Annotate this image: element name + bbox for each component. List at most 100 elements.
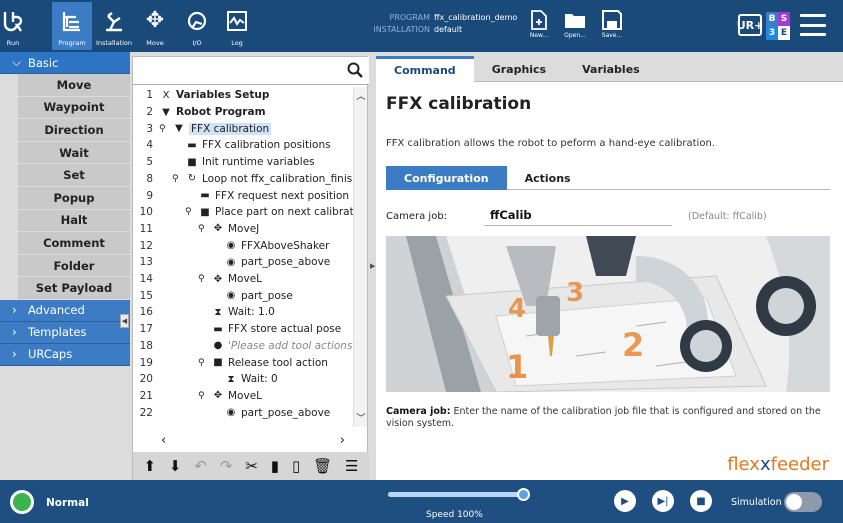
tree-row[interactable]: 4 ▬ FFX calibration positions xyxy=(133,137,353,154)
step-button[interactable]: ▶| xyxy=(652,490,674,512)
open-button[interactable]: Open... xyxy=(560,6,590,46)
pin-icon: ⚲ xyxy=(198,223,205,234)
tab-configuration[interactable]: Configuration xyxy=(386,166,507,190)
node-set-payload[interactable]: Set Payload xyxy=(18,277,130,300)
tab-move[interactable]: ✥ Move xyxy=(140,2,170,50)
scroll-right-icon[interactable]: › xyxy=(340,433,345,448)
node-halt[interactable]: Halt xyxy=(18,209,130,233)
tab-io[interactable]: I/O xyxy=(182,2,212,50)
category-urcaps[interactable]: › URCaps xyxy=(0,343,130,366)
play-button[interactable]: ▶ xyxy=(614,490,636,512)
speed-slider-handle[interactable] xyxy=(517,488,530,501)
node-label: Wait: 1.0 xyxy=(228,306,275,319)
category-advanced[interactable]: › Advanced xyxy=(0,299,130,322)
line-number: 19 xyxy=(139,356,153,369)
search-input[interactable] xyxy=(133,57,369,85)
open-folder-icon xyxy=(565,14,585,28)
tree-row[interactable]: 9 ▬ FFX request next position xyxy=(133,187,353,204)
tree-horizontal-scrollbar[interactable]: ‹ › xyxy=(153,431,353,449)
tree-row[interactable]: 10 ⚲ ■ Place part on next calibratic xyxy=(133,204,353,221)
speed-slider[interactable] xyxy=(388,488,530,501)
node-type-icon: ■ xyxy=(187,156,197,168)
tab-actions[interactable]: Actions xyxy=(507,166,589,190)
tree-row[interactable]: 5 ■ Init runtime variables xyxy=(133,154,353,171)
node-type-icon: ▬ xyxy=(213,323,223,335)
tree-row[interactable]: 15 ◉ part_pose xyxy=(133,287,353,304)
tree-row[interactable]: 19 ⚲ ■ Release tool action xyxy=(133,354,353,371)
tree-row[interactable]: 11 ⚲ ✥ MoveJ xyxy=(133,221,353,238)
category-templates[interactable]: › Templates xyxy=(0,321,130,344)
redo-icon[interactable]: ↷ xyxy=(220,458,233,474)
power-button[interactable] xyxy=(10,490,34,514)
tree-row[interactable]: 20 ⧗ Wait: 0 xyxy=(133,371,353,388)
stop-button[interactable]: ■ xyxy=(690,490,712,512)
node-direction[interactable]: Direction xyxy=(18,119,130,142)
node-wait[interactable]: Wait xyxy=(18,141,130,165)
line-number: 11 xyxy=(139,222,153,235)
tab-log[interactable]: Log xyxy=(222,2,252,50)
node-comment[interactable]: Comment xyxy=(18,232,130,255)
tree-row[interactable]: 12 ◉ FFXAboveShaker xyxy=(133,237,353,254)
tree-row[interactable]: 17 ▬ FFX store actual pose xyxy=(133,321,353,338)
robot-mode-indicator[interactable]: B S 3 E xyxy=(766,12,790,40)
node-folder[interactable]: Folder xyxy=(18,254,130,278)
move-down-icon[interactable]: ⬇ xyxy=(169,458,182,474)
line-number: 21 xyxy=(139,389,153,402)
chevron-right-icon: › xyxy=(12,325,17,340)
copy-icon[interactable]: ▮ xyxy=(271,458,279,474)
tree-row[interactable]: 13 ◉ part_pose_above xyxy=(133,254,353,271)
scroll-down-icon[interactable]: ﹀ xyxy=(355,411,367,425)
line-number: 22 xyxy=(139,406,153,419)
node-label: part_pose_above xyxy=(241,406,331,419)
category-basic[interactable]: ⌵ Basic xyxy=(0,52,130,74)
search-icon[interactable] xyxy=(347,62,363,78)
tab-installation[interactable]: Installation xyxy=(96,2,132,50)
save-button[interactable]: Save... xyxy=(597,6,627,46)
tab-graphics[interactable]: Graphics xyxy=(474,56,564,82)
tree-row[interactable]: 2 ▼ Robot Program xyxy=(133,104,353,121)
mode-s: S xyxy=(778,12,790,26)
tab-command[interactable]: Command xyxy=(376,56,474,82)
node-label: Place part on next calibratic xyxy=(215,206,353,219)
undo-icon[interactable]: ↶ xyxy=(194,458,207,474)
ur-logo-icon xyxy=(3,2,23,39)
tree-row[interactable]: 22 ◉ part_pose_above xyxy=(133,404,353,421)
node-popup[interactable]: Popup xyxy=(18,186,130,210)
tree-row[interactable]: 16 ⧗ Wait: 1.0 xyxy=(133,304,353,321)
node-command-panel: Command Graphics Variables FFX calibrati… xyxy=(376,56,843,480)
scroll-up-icon[interactable]: ︿ xyxy=(355,89,367,103)
tree-vertical-scrollbar[interactable]: ︿ ﹀ xyxy=(353,87,367,427)
tree-row[interactable]: 18 ● 'Please add tool actions t xyxy=(133,338,353,355)
hamburger-menu-icon[interactable] xyxy=(800,14,826,36)
camera-job-field[interactable] xyxy=(484,204,672,226)
position-label-1: 1 xyxy=(506,348,529,386)
collapse-left-handle[interactable]: ◀ xyxy=(120,314,129,328)
suppress-icon[interactable]: ☰ xyxy=(345,458,358,474)
position-label-2: 2 xyxy=(622,326,645,364)
node-waypoint[interactable]: Waypoint xyxy=(18,96,130,120)
pin-icon: ⚲ xyxy=(185,207,192,218)
node-move[interactable]: Move xyxy=(18,74,130,97)
paste-icon[interactable]: ▯ xyxy=(292,458,300,474)
tree-row[interactable]: 8 ⚲ ↻ Loop not ffx_calibration_finish xyxy=(133,171,353,188)
move-up-icon[interactable]: ⬆ xyxy=(143,458,156,474)
node-label: FFX store actual pose xyxy=(228,323,342,336)
simulation-toggle[interactable] xyxy=(784,492,822,512)
tree-row[interactable]: 14 ⚲ ✥ MoveL xyxy=(133,271,353,288)
node-type-icon: X xyxy=(162,89,170,101)
scroll-left-icon[interactable]: ‹ xyxy=(161,433,166,448)
cut-icon[interactable]: ✂ xyxy=(245,458,258,474)
tab-program[interactable]: Program xyxy=(52,2,92,50)
tab-variables[interactable]: Variables xyxy=(564,56,658,82)
mode-e: E xyxy=(778,26,790,40)
node-label: MoveJ xyxy=(228,222,260,235)
urplus-button[interactable]: UR+ xyxy=(737,14,763,36)
tree-row[interactable]: 1 X Variables Setup xyxy=(133,87,353,104)
tree-row[interactable]: 21 ⚲ ✥ MoveL xyxy=(133,388,353,405)
new-button[interactable]: New... xyxy=(524,6,554,46)
tree-row[interactable]: 3 ⚲ ▼ FFX calibration xyxy=(133,120,353,137)
step-icon: ▶| xyxy=(657,495,669,507)
delete-icon[interactable]: 🗑 xyxy=(313,458,332,474)
tab-run[interactable]: Run xyxy=(0,2,26,50)
node-set[interactable]: Set xyxy=(18,164,130,187)
